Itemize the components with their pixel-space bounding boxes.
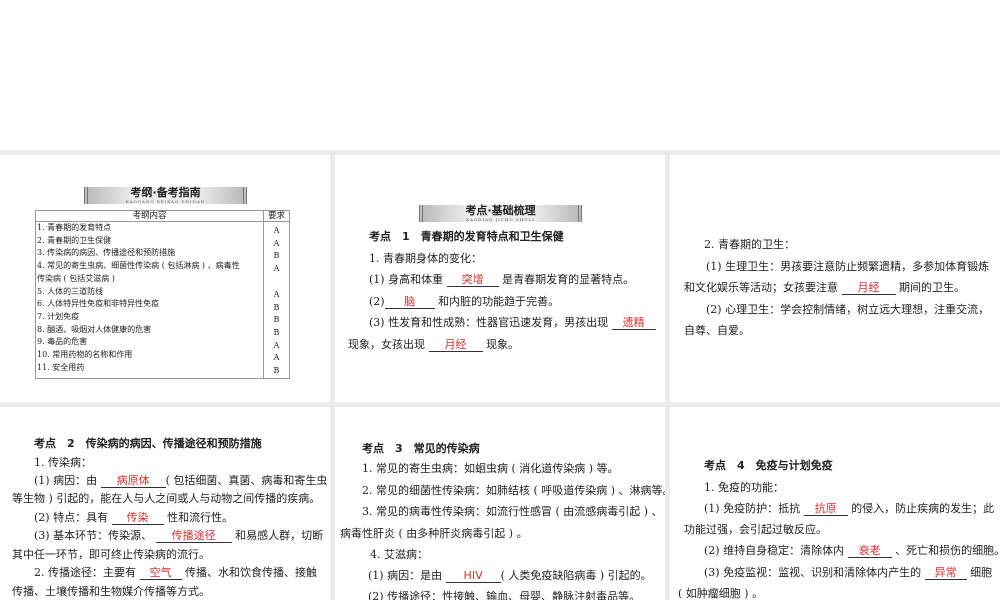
- outline-item: 11. 安全用药: [37, 362, 85, 372]
- text-line: 2. 传播途径：主要有 空气 传播、水和饮食传播、接触: [34, 566, 317, 580]
- text-line: 2. 常见的细菌性传染病：如肺结核 ( 呼吸道传染病 ) 、淋病等。: [362, 484, 665, 497]
- answer-blank: 月经: [841, 282, 896, 295]
- text-line: (1) 免疫防护：抵抗 抗原 的侵入，防止疾病的发生；此: [704, 502, 995, 516]
- answer-blank: 异常: [924, 567, 967, 580]
- text-line: 1. 传染病：: [34, 456, 92, 469]
- outline-item: 4. 常见的寄生虫病、细菌性传染病 ( 包括淋病 ) 、病毒性: [37, 261, 240, 271]
- text-line: (3) 基本环节：传染源、 传播途径 和易感人群，切断: [34, 529, 324, 543]
- outline-item: 10. 常用药物的名称和作用: [37, 350, 133, 360]
- answer-blank: 抗原: [803, 503, 848, 516]
- outline-req: B: [273, 302, 280, 312]
- outline-item: 2. 青春期的卫生保健: [37, 235, 112, 245]
- text-line: (2) 特点：具有 传染 性和流行性。: [34, 511, 234, 525]
- text-line: 2. 青春期的卫生：: [704, 238, 795, 251]
- text-line: 病毒性肝炎 ( 由多种肝炎病毒引起 ) 。: [340, 527, 528, 540]
- text-line: ( 如肿瘤细胞 ) 。: [678, 587, 764, 600]
- text-line: (2) 脑 和内脏的功能趋于完善。: [369, 295, 560, 309]
- outline-item: 1. 青春期的发育特点: [37, 223, 112, 232]
- topic-title: 考点 1 青春期的发育特点和卫生保健: [369, 230, 564, 243]
- outline-item: 7. 计划免疫: [37, 311, 80, 321]
- col-req-header: 要求: [263, 210, 290, 222]
- text-line: 自尊、自爱。: [684, 324, 750, 337]
- outline-item: 6. 人体特异性免疫和非特异性免疫: [37, 299, 160, 309]
- outline-req: B: [273, 315, 280, 325]
- banner-subtitle: KAODIAN JICHU SHULI: [466, 217, 535, 222]
- answer-blank: 遗精: [611, 317, 656, 330]
- text-line: (1) 病因：由 病原体( 包括细菌、真菌、病毒和寄生虫: [34, 474, 328, 488]
- slide-outline[interactable]: 考纲·备考指南 KAOGANG BEIKAO ZHINAN 考纲内容 要求 1. 青…: [0, 155, 330, 402]
- text-line: 功能过强，会引起过敏反应。: [684, 523, 827, 536]
- answer-blank: 传播途径: [155, 530, 232, 543]
- text-line: 等生物 ) 引起的，能在人与人之间或人与动物之间传播的疾病。: [12, 492, 321, 505]
- text-line: 和文化娱乐等活动；女孩要注意 月经 期间的卫生。: [684, 281, 965, 295]
- text-line: 现象，女孩出现 月经 现象。: [348, 338, 519, 352]
- text-line: (3) 免疫监视：监视、识别和清除体内产生的 异常 细胞: [704, 566, 993, 580]
- topic-title: 考点 2 传染病的病因、传播途径和预防措施: [34, 437, 262, 450]
- text-line: (2) 传播途径：性接触、输血、母婴、静脉注射毒品等。: [368, 590, 641, 600]
- answer-blank: 脑: [384, 296, 435, 309]
- outline-reqs: AABAABBBAAB: [263, 221, 290, 379]
- topic-title: 考点 3 常见的传染病: [362, 442, 480, 455]
- outline-item: 传染病 ( 包括艾滋病 ): [37, 273, 115, 283]
- text-line: 1. 常见的寄生虫病：如蛔虫病 ( 消化道传染病 ) 等。: [362, 462, 619, 475]
- slide-topic-4[interactable]: 考点 4 免疫与计划免疫 1. 免疫的功能： (1) 免疫防护：抵抗 抗原 的侵…: [670, 407, 1000, 600]
- text-line: (1) 生理卫生：男孩要注意防止频繁遗精，多参加体育锻炼: [706, 260, 990, 273]
- answer-blank: 衰老: [847, 545, 892, 558]
- outline-req: A: [273, 226, 280, 235]
- answer-blank: 病原体: [100, 475, 166, 488]
- outline-req: A: [273, 353, 280, 363]
- text-line: (1) 病因：是由 HIV( 人类免疫缺陷病毒 ) 引起的。: [368, 569, 652, 583]
- outline-req: B: [273, 327, 280, 337]
- banner: 考点·基础梳理 KAODIAN JICHU SHULI: [419, 205, 582, 222]
- banner: 考纲·备考指南 KAOGANG BEIKAO ZHINAN: [84, 187, 247, 204]
- outline-req: A: [273, 238, 280, 248]
- banner-title: 考点·基础梳理: [465, 204, 536, 217]
- answer-blank: 突增: [446, 274, 499, 287]
- outline-item: 3. 传染病的病因、传播途径和预防措施: [37, 248, 176, 258]
- answer-blank: 月经: [428, 339, 483, 352]
- outline-table: 考纲内容 要求 1. 青春期的发育特点 2. 青春期的卫生保健 3. 传染病的病因、传…: [35, 210, 290, 379]
- outline-item: 8. 酗酒、吸烟对人体健康的危害: [37, 324, 152, 334]
- outline-item: 9. 毒品的危害: [37, 337, 88, 347]
- text-line: (3) 性发育和性成熟：性器官迅速发育，男孩出现 遗精: [369, 316, 656, 330]
- answer-blank: HIV: [445, 570, 501, 583]
- slide-topic-2[interactable]: 考点 2 传染病的病因、传播途径和预防措施 1. 传染病： (1) 病因：由 病…: [0, 407, 330, 600]
- outline-items: 1. 青春期的发育特点 2. 青春期的卫生保健 3. 传染病的病因、传播途径和预防措…: [35, 221, 264, 379]
- outline-req: B: [273, 366, 280, 376]
- answer-blank: 传染: [111, 512, 164, 525]
- text-line: (2) 心理卫生：学会控制情绪，树立远大理想，注重交流，: [706, 303, 990, 316]
- outline-item: 5. 人体的三道防线: [37, 286, 104, 296]
- banner-title: 考纲·备考指南: [130, 186, 201, 199]
- outline-req: B: [273, 251, 280, 261]
- text-line: 其中任一环节，即可终止传染病的流行。: [12, 548, 210, 561]
- slide-topic-1[interactable]: 考点·基础梳理 KAODIAN JICHU SHULI 考点 1 青春期的发育特点…: [335, 155, 665, 402]
- text-line: (1) 身高和体重 突增 是青春期发育的显著特点。: [369, 273, 635, 287]
- slide-topic-3[interactable]: 考点 3 常见的传染病 1. 常见的寄生虫病：如蛔虫病 ( 消化道传染病 ) 等…: [335, 407, 665, 600]
- outline-req: A: [273, 264, 280, 274]
- outline-req: A: [273, 340, 280, 350]
- topic-title: 考点 4 免疫与计划免疫: [704, 459, 833, 472]
- slide-topic-1-cont[interactable]: 2. 青春期的卫生： (1) 生理卫生：男孩要注意防止频繁遗精，多参加体育锻炼 …: [670, 155, 1000, 402]
- banner-subtitle: KAOGANG BEIKAO ZHINAN: [125, 199, 206, 204]
- outline-req: A: [273, 289, 280, 299]
- col-content-header: 考纲内容: [35, 210, 264, 222]
- text-line: 4. 艾滋病：: [370, 548, 428, 561]
- text-line: 1. 青春期身体的变化：: [369, 252, 482, 265]
- text-line: 3. 常见的病毒性传染病：如流行性感冒 ( 由流感病毒引起 ) 、: [362, 505, 663, 518]
- answer-blank: 空气: [139, 567, 182, 580]
- text-line: 传播、土壤传播和生物媒介传播等方式。: [12, 585, 210, 598]
- text-line: (2) 维持自身稳定：清除体内 衰老 、死亡和损伤的细胞。: [704, 544, 1000, 558]
- text-line: 1. 免疫的功能：: [704, 481, 784, 494]
